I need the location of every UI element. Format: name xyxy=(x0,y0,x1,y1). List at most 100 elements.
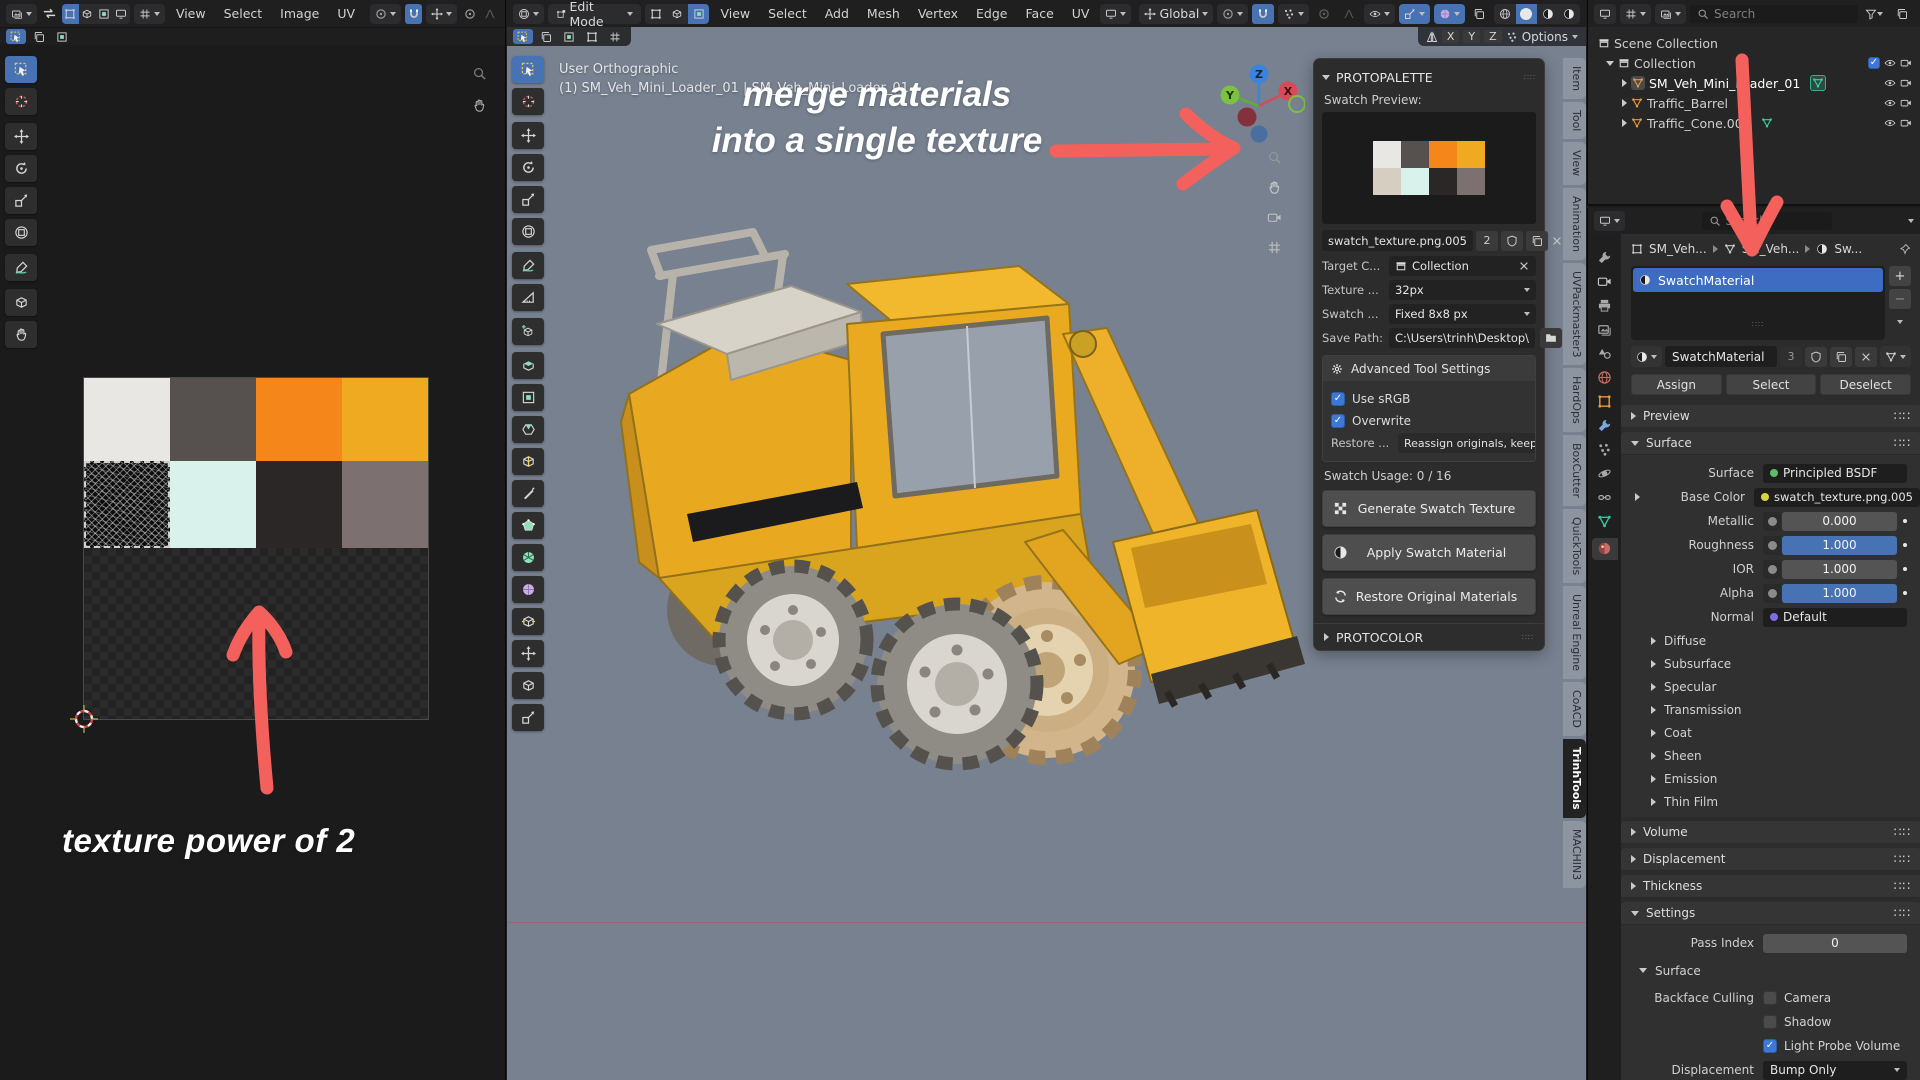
use-srgb-checkbox[interactable] xyxy=(1331,392,1345,406)
uv-select-vertex-button[interactable] xyxy=(62,4,79,24)
browse-folder-button[interactable] xyxy=(1540,328,1562,348)
object-row-loader[interactable]: SM_Veh_Mini_Loader_01 xyxy=(1598,73,1916,93)
roughness-keyframe-dot[interactable] xyxy=(1903,543,1907,547)
backface-lightprobe-checkbox[interactable] xyxy=(1763,1039,1777,1053)
texture-users-count[interactable]: 2 xyxy=(1476,231,1498,251)
mirror-x-toggle[interactable]: X xyxy=(1442,30,1460,43)
visibility-dropdown[interactable] xyxy=(1364,4,1395,24)
proportional-falloff-button[interactable] xyxy=(1338,4,1359,24)
panel-drag-dots[interactable]: ∷∷ xyxy=(1524,73,1536,82)
uv-snap-toggle[interactable] xyxy=(405,4,422,24)
unlink-texture-button[interactable] xyxy=(1551,231,1563,251)
vp-menu-view[interactable]: View xyxy=(713,1,757,27)
uv-pivot-button[interactable] xyxy=(370,4,401,24)
tab-uvpackmaster3[interactable]: UVPackmaster3 xyxy=(1563,263,1586,366)
tab-render-icon[interactable] xyxy=(1597,274,1612,289)
fake-user-button[interactable] xyxy=(1805,347,1827,367)
uv-proportional-falloff-button[interactable] xyxy=(482,4,499,24)
tool-poly-build[interactable] xyxy=(512,512,544,539)
properties-options-chevron[interactable] xyxy=(1908,219,1914,223)
link-mesh-dropdown[interactable] xyxy=(1880,346,1911,367)
tool-scale[interactable] xyxy=(512,186,544,213)
surface-shader-field[interactable]: Principled BSDF xyxy=(1763,464,1907,483)
generate-swatch-texture-button[interactable]: Generate Swatch Texture xyxy=(1322,490,1536,527)
select-button[interactable]: Select xyxy=(1726,374,1817,395)
tab-quicktools[interactable]: QuickTools xyxy=(1563,509,1586,583)
vp-menu-edge[interactable]: Edge xyxy=(969,1,1014,27)
uv-sticky-select-button[interactable] xyxy=(134,4,165,24)
pivot-dropdown[interactable] xyxy=(1217,4,1248,24)
tab-modifiers-icon[interactable] xyxy=(1597,418,1612,433)
orientation-dropdown[interactable]: Global xyxy=(1139,4,1213,24)
tool-rip-region[interactable] xyxy=(512,672,544,699)
tab-data-icon[interactable] xyxy=(1597,514,1612,529)
tool-move[interactable] xyxy=(512,122,544,149)
restore-mode-dropdown[interactable]: Reassign originals, keep o... xyxy=(1398,433,1536,453)
preview-panel-header[interactable]: Preview∷∷ xyxy=(1621,405,1920,428)
copy-material-button[interactable] xyxy=(1830,347,1852,367)
backface-shadow-checkbox[interactable] xyxy=(1763,1015,1777,1029)
alpha-keyframe-dot[interactable] xyxy=(1903,591,1907,595)
section-subsurface[interactable]: Subsurface xyxy=(1621,652,1920,675)
vp-camera-view-icon[interactable] xyxy=(1267,210,1282,228)
uv-zoom-icon[interactable] xyxy=(472,66,487,84)
nav-gizmo[interactable]: Z Y X xyxy=(1213,60,1305,152)
tab-scene-icon[interactable] xyxy=(1597,346,1612,361)
breadcrumb-material[interactable]: Sw... xyxy=(1834,242,1862,256)
alpha-slider[interactable]: 1.000 xyxy=(1782,584,1897,603)
tab-output-icon[interactable] xyxy=(1597,298,1612,313)
tab-unreal-engine[interactable]: Unreal Engine xyxy=(1563,586,1586,679)
shading-rendered-button[interactable] xyxy=(1559,4,1580,24)
volume-panel-header[interactable]: Volume∷∷ xyxy=(1621,821,1920,844)
tool-measure[interactable] xyxy=(512,284,544,311)
add-slot-button[interactable]: + xyxy=(1889,266,1911,286)
save-path-field[interactable]: C:\Users\trinh\Desktop\ xyxy=(1389,328,1535,348)
uv-snap-target-button[interactable] xyxy=(426,4,457,24)
shading-solid-button[interactable] xyxy=(1516,4,1537,24)
normal-field[interactable]: Default xyxy=(1763,608,1907,627)
section-sheen[interactable]: Sheen xyxy=(1621,744,1920,767)
uv-select-face-button[interactable] xyxy=(96,4,113,24)
object-eye-icon[interactable] xyxy=(1884,77,1896,89)
section-specular[interactable]: Specular xyxy=(1621,675,1920,698)
vp-zoom-icon[interactable] xyxy=(1267,150,1282,168)
object-eye-icon[interactable] xyxy=(1884,97,1896,109)
gizmos-dropdown[interactable] xyxy=(1399,4,1430,24)
advanced-settings-header[interactable]: Advanced Tool Settings xyxy=(1323,356,1535,381)
thickness-panel-header[interactable]: Thickness∷∷ xyxy=(1621,875,1920,898)
uv-tool-grab[interactable] xyxy=(5,321,37,348)
vp-menu-vertex[interactable]: Vertex xyxy=(911,1,965,27)
collection-checkbox[interactable] xyxy=(1868,57,1880,69)
tab-object-icon[interactable] xyxy=(1597,394,1612,409)
uv-sync-selection-icon[interactable] xyxy=(41,4,58,24)
tool-select-box[interactable] xyxy=(512,56,544,83)
settings-surface-header[interactable]: Surface xyxy=(1621,959,1920,982)
uv-texture-image[interactable] xyxy=(84,378,428,719)
mirror-z-toggle[interactable]: Z xyxy=(1484,30,1502,43)
uv-2d-cursor[interactable] xyxy=(70,705,98,733)
new-copy-button[interactable] xyxy=(1526,231,1548,251)
tool-annotate[interactable] xyxy=(512,252,544,279)
tool-edge-slide[interactable] xyxy=(512,608,544,635)
section-diffuse[interactable]: Diffuse xyxy=(1621,629,1920,652)
roughness-slider[interactable]: 1.000 xyxy=(1782,536,1897,555)
tool-smooth[interactable] xyxy=(512,576,544,603)
collection-row[interactable]: Collection xyxy=(1598,53,1916,73)
options-dropdown[interactable]: Options xyxy=(1522,30,1578,44)
uv-toolsetting-box-select[interactable] xyxy=(6,29,26,44)
uv-tool-2d-cursor[interactable] xyxy=(5,88,37,115)
mode-dropdown[interactable]: Edit Mode xyxy=(548,4,641,24)
tab-constraints-icon[interactable] xyxy=(1597,490,1612,505)
snap-target-dropdown[interactable] xyxy=(1278,4,1309,24)
remove-slot-button[interactable]: − xyxy=(1889,289,1911,309)
shading-wireframe-button[interactable] xyxy=(1494,4,1515,24)
tool-spin[interactable] xyxy=(512,544,544,571)
slot-list-resize-dots[interactable]: ∷∷ xyxy=(1633,320,1883,329)
tab-machin3[interactable]: MACHIN3 xyxy=(1563,821,1586,888)
deselect-button[interactable]: Deselect xyxy=(1820,374,1911,395)
tab-physics-icon[interactable] xyxy=(1597,466,1612,481)
displacement-method-dropdown[interactable]: Bump Only xyxy=(1763,1061,1907,1080)
vp-menu-select[interactable]: Select xyxy=(761,1,814,27)
texture-size-dropdown[interactable]: 32px xyxy=(1389,280,1536,300)
tab-trinhtools[interactable]: TrinhTools xyxy=(1563,739,1586,818)
